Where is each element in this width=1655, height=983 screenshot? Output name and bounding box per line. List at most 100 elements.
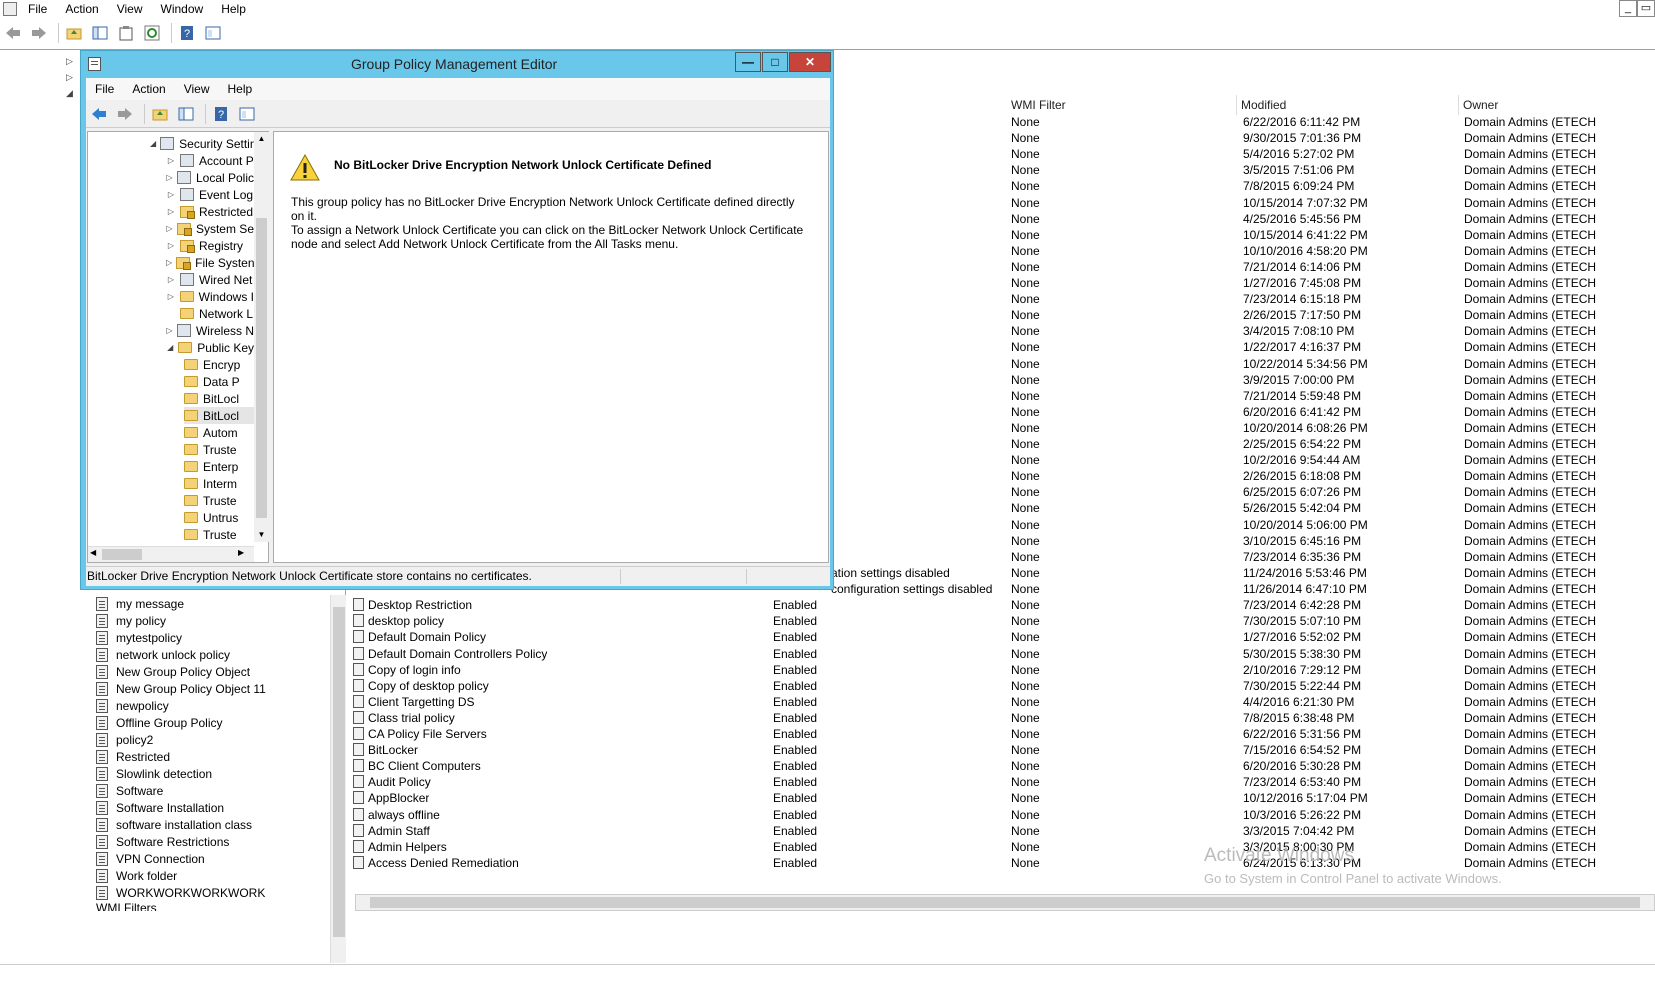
gpo-tree-item[interactable]: Slowlink detection (96, 765, 212, 782)
gpo-tree-item[interactable]: Software Installation (96, 799, 224, 816)
tree-node[interactable]: Truste (184, 492, 254, 509)
expander-icon[interactable]: ▷ (166, 326, 173, 335)
gpo-tree-item[interactable]: software installation class (96, 816, 252, 833)
scroll-thumb[interactable] (256, 218, 267, 518)
gpo-tree-item[interactable]: mytestpolicy (96, 629, 182, 646)
gpme-help-button[interactable]: ? (210, 103, 232, 125)
table-row[interactable]: Audit Policy Enabled None 7/23/2014 6:53:40… (353, 774, 1655, 790)
table-row[interactable]: Class trial policy Enabled None 7/8/2015 6:… (353, 710, 1655, 726)
scroll-thumb[interactable] (333, 607, 345, 937)
gpo-tree-item[interactable]: WORKWORKWORKWORK (96, 884, 265, 901)
list-horizontal-scrollbar[interactable] (355, 894, 1655, 911)
table-row[interactable]: Access Denied Remediation Enabled None 6/24… (353, 855, 1655, 871)
scroll-right-icon[interactable]: ▶ (238, 548, 244, 557)
expander-icon[interactable]: ▷ (166, 207, 176, 216)
expander-icon[interactable]: ▷ (166, 292, 176, 301)
tree-node[interactable]: Network L (166, 305, 254, 322)
gpo-tree-item[interactable]: Offline Group Policy (96, 714, 223, 731)
table-row[interactable]: Default Domain Controllers Policy Enabled… (353, 646, 1655, 662)
gpo-tree-item[interactable]: my message (96, 595, 184, 612)
gpme-tree-vertical-scrollbar[interactable]: ▲ ▼ (254, 132, 269, 542)
back-button[interactable] (2, 22, 24, 44)
expander-icon[interactable]: ▷ (166, 156, 176, 165)
tree-expander[interactable]: ▷ (66, 56, 73, 67)
table-row[interactable]: Client Targetting DS Enabled None 4/4/2016 … (353, 694, 1655, 710)
gpo-tree-item[interactable]: New Group Policy Object 11 (96, 680, 266, 697)
gpo-tree-item[interactable]: VPN Connection (96, 850, 205, 867)
gpo-tree-item[interactable]: Restricted (96, 748, 170, 765)
expander-icon[interactable]: ▷ (166, 173, 173, 182)
menu-window[interactable]: Window (152, 0, 213, 18)
gpme-forward-button[interactable] (114, 103, 136, 125)
column-modified[interactable]: Modified (1237, 95, 1459, 115)
tree-node[interactable]: BitLocl (184, 407, 254, 424)
tree-node[interactable]: Interm (184, 475, 254, 492)
tree-node[interactable]: Truste (184, 441, 254, 458)
up-folder-button[interactable] (63, 22, 85, 44)
gpme-back-button[interactable] (88, 103, 110, 125)
gpo-tree-item[interactable]: Work folder (96, 867, 177, 884)
gpme-show-hide-tree-button[interactable] (175, 103, 197, 125)
table-row[interactable]: Admin Staff Enabled None 3/3/2015 7:04:42 P… (353, 823, 1655, 839)
gpo-tree-item[interactable]: policy2 (96, 731, 153, 748)
gpo-tree-item[interactable]: Software Restrictions (96, 833, 229, 850)
scroll-down-icon[interactable]: ▼ (254, 528, 269, 542)
gpme-up-folder-button[interactable] (149, 103, 171, 125)
gpo-tree-item[interactable]: newpolicy (96, 697, 169, 714)
table-row[interactable]: BitLocker Enabled None 7/15/2016 6:54:52 PM… (353, 742, 1655, 758)
table-row[interactable]: desktop policy Enabled None 7/30/2015 5:07:… (353, 613, 1655, 629)
tree-node[interactable]: ▷ Wired Net (166, 271, 254, 288)
tree-node[interactable]: ▷ Windows I (166, 288, 254, 305)
expander-icon[interactable]: ▷ (166, 241, 176, 250)
table-row[interactable]: Desktop Restriction Enabled None 7/23/2014 … (353, 597, 1655, 613)
wmi-filters-node[interactable]: WMI Filters (96, 901, 157, 911)
column-owner[interactable]: Owner (1459, 95, 1655, 115)
refresh-button[interactable] (141, 22, 163, 44)
expander-icon[interactable]: ▷ (166, 190, 176, 199)
expander-icon[interactable]: ◢ (166, 343, 174, 352)
table-row[interactable]: always offline Enabled None 10/3/2016 5:26:… (353, 807, 1655, 823)
gpo-tree-item[interactable]: network unlock policy (96, 646, 230, 663)
gpme-menu-action[interactable]: Action (123, 82, 174, 96)
expander-icon[interactable]: ▷ (166, 258, 172, 267)
tree-node[interactable]: ◢ Security Settin (150, 135, 254, 152)
show-hide-tree-button[interactable] (89, 22, 111, 44)
table-row[interactable]: CA Policy File Servers Enabled None 6/22/20… (353, 726, 1655, 742)
menu-file[interactable]: File (19, 0, 56, 18)
tree-node[interactable]: Truste (184, 526, 254, 543)
tree-vertical-scrollbar[interactable] (330, 595, 346, 963)
tree-node[interactable]: ▷ Wireless N (166, 322, 254, 339)
menu-action[interactable]: Action (56, 0, 107, 18)
tree-node[interactable]: ▷ System Se (166, 220, 254, 237)
gpme-menu-help[interactable]: Help (219, 82, 262, 96)
tree-node[interactable]: Untrus (184, 509, 254, 526)
properties-button[interactable] (202, 22, 224, 44)
export-list-button[interactable] (115, 22, 137, 44)
scroll-left-icon[interactable]: ◀ (90, 548, 96, 557)
tree-node[interactable]: Data P (184, 373, 254, 390)
table-row[interactable]: BC Client Computers Enabled None 6/20/2016 … (353, 758, 1655, 774)
gpo-tree-item[interactable]: Software (96, 782, 163, 799)
tree-node[interactable]: ▷ File Systen (166, 254, 254, 271)
scroll-thumb[interactable] (102, 549, 142, 560)
gpme-minimize-button[interactable]: — (735, 52, 761, 72)
gpme-tree-horizontal-scrollbar[interactable]: ◀ ▶ (88, 546, 254, 562)
tree-node[interactable]: ▷ Event Log (166, 186, 254, 203)
expander-icon[interactable]: ▷ (166, 224, 173, 233)
expander-icon[interactable]: ◢ (150, 139, 156, 148)
tree-node[interactable]: Encryp (184, 356, 254, 373)
table-row[interactable]: AppBlocker Enabled None 10/12/2016 5:17:04 … (353, 790, 1655, 806)
gpo-tree-item[interactable]: New Group Policy Object (96, 663, 250, 680)
tree-node[interactable]: ▷ Registry (166, 237, 254, 254)
tree-expander[interactable]: ▷ (66, 72, 73, 83)
expander-icon[interactable]: ▷ (166, 275, 176, 284)
scroll-thumb[interactable] (370, 897, 1640, 908)
gpme-menu-file[interactable]: File (86, 82, 123, 96)
column-wmi-filter[interactable]: WMI Filter (1007, 95, 1237, 115)
tree-node[interactable]: BitLocl (184, 390, 254, 407)
tree-node[interactable]: Autom (184, 424, 254, 441)
scroll-up-icon[interactable]: ▲ (254, 132, 269, 146)
tree-expander[interactable]: ◢ (66, 88, 73, 99)
child-minimize-button[interactable]: _ (1619, 0, 1637, 17)
tree-node[interactable]: Enterp (184, 458, 254, 475)
